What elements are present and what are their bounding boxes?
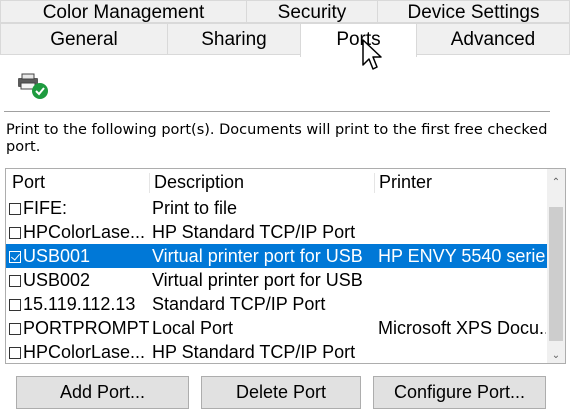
printer-cell: HP ENVY 5540 series — [378, 246, 546, 266]
table-row[interactable]: PORTPROMPT: Local Port Microsoft XPS Doc… — [6, 316, 547, 340]
description-cell: HP Standard TCP/IP Port — [152, 342, 356, 362]
tab-advanced[interactable]: Advanced — [416, 23, 570, 55]
column-header-printer[interactable]: Printer — [373, 169, 432, 195]
checkbox[interactable] — [9, 299, 21, 311]
port-cell: 15.119.112.13 — [9, 292, 149, 316]
table-row[interactable]: FIFE: Print to file — [6, 196, 547, 220]
column-header-port[interactable]: Port — [6, 169, 45, 195]
checkbox[interactable] — [9, 227, 21, 239]
tab-security[interactable]: Security — [246, 0, 378, 23]
mouse-pointer-icon — [362, 39, 384, 80]
table-row[interactable]: USB002 Virtual printer port for USB — [6, 268, 547, 292]
tab-general[interactable]: General — [0, 23, 168, 55]
scroll-down-icon[interactable]: ⌄ — [547, 347, 565, 363]
port-cell: HPColorLase... — [9, 340, 149, 363]
checkbox[interactable] — [9, 251, 21, 263]
column-header-description[interactable]: Description — [148, 169, 244, 195]
scroll-thumb[interactable] — [549, 207, 563, 341]
description-cell: Local Port — [152, 318, 234, 338]
tab-ports[interactable]: Ports — [300, 23, 417, 57]
tab-device-settings[interactable]: Device Settings — [377, 0, 570, 23]
table-row[interactable]: HPColorLase... HP Standard TCP/IP Port — [6, 220, 547, 244]
divider — [4, 111, 550, 112]
description-cell: HP Standard TCP/IP Port — [152, 222, 356, 242]
ports-list[interactable]: Port Description Printer FIFE: Print to … — [5, 168, 566, 364]
list-header: Port Description Printer — [6, 169, 547, 195]
configure-port-button[interactable]: Configure Port... — [373, 376, 546, 409]
description-cell: Virtual printer port for USB — [152, 270, 363, 290]
printer-cell: Microsoft XPS Docu... — [378, 318, 546, 338]
port-cell: USB001 — [9, 244, 149, 268]
description-cell: Standard TCP/IP Port — [152, 294, 326, 314]
tab-color-management[interactable]: Color Management — [0, 0, 247, 23]
table-row[interactable]: HPColorLase... HP Standard TCP/IP Port — [6, 340, 547, 363]
checkbox[interactable] — [9, 323, 21, 335]
ports-instructions: Print to the following port(s). Document… — [6, 122, 548, 155]
printer-status-icon — [17, 72, 51, 102]
port-cell: HPColorLase... — [9, 220, 149, 244]
checkbox[interactable] — [9, 275, 21, 287]
vertical-scrollbar[interactable]: ⌃ ⌄ — [547, 169, 565, 363]
description-cell: Print to file — [152, 198, 238, 218]
table-row[interactable]: 15.119.112.13 Standard TCP/IP Port — [6, 292, 547, 316]
scroll-up-icon[interactable]: ⌃ — [547, 174, 565, 192]
tab-sharing[interactable]: Sharing — [167, 23, 301, 55]
description-cell: Virtual printer port for USB — [152, 246, 363, 266]
delete-port-button[interactable]: Delete Port — [201, 376, 361, 409]
checkbox[interactable] — [9, 347, 21, 359]
checkbox[interactable] — [9, 203, 21, 215]
add-port-button[interactable]: Add Port... — [16, 376, 189, 409]
port-cell: PORTPROMPT: — [9, 316, 149, 340]
table-row[interactable]: USB001 Virtual printer port for USB HP E… — [6, 244, 547, 268]
port-cell: USB002 — [9, 268, 149, 292]
port-cell: FIFE: — [9, 196, 149, 220]
